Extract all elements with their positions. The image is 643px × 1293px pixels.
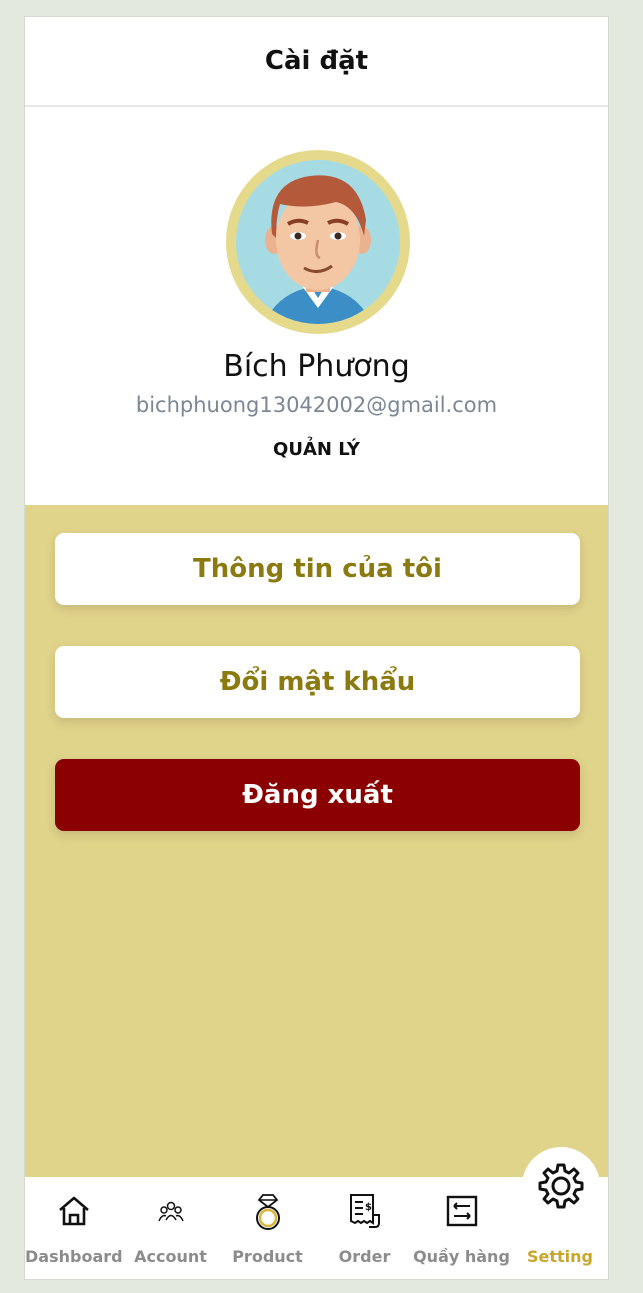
my-info-button[interactable]: Thông tin của tôi — [55, 533, 580, 605]
receipt-icon: $ — [316, 1191, 413, 1231]
tab-label: Product — [232, 1247, 303, 1266]
tab-counter[interactable]: Quầy hàng — [413, 1177, 510, 1279]
bottom-tab-bar: Dashboard Account Product $ Order Quầy h… — [25, 1147, 608, 1279]
change-password-button[interactable]: Đổi mật khẩu — [55, 646, 580, 718]
user-role: QUẢN LÝ — [273, 439, 360, 460]
tab-label: Order — [338, 1247, 391, 1266]
users-icon — [122, 1191, 219, 1231]
tab-label: Dashboard — [25, 1247, 123, 1266]
avatar-image — [236, 160, 400, 324]
user-email: bichphuong13042002@gmail.com — [135, 393, 498, 417]
tab-label: Quầy hàng — [413, 1247, 510, 1266]
tab-dashboard[interactable]: Dashboard — [25, 1177, 123, 1279]
logout-button[interactable]: Đăng xuất — [55, 759, 580, 831]
svg-text:$: $ — [365, 1202, 372, 1213]
phone-frame: Cài đặt Bích Phương bichphuong13042002@g… — [24, 16, 609, 1280]
tab-account[interactable]: Account — [122, 1177, 219, 1279]
home-icon — [25, 1191, 122, 1231]
page-title: Cài đặt — [264, 46, 369, 76]
user-name: Bích Phương — [223, 349, 410, 384]
settings-menu: Thông tin của tôi Đổi mật khẩu Đăng xuất — [25, 505, 608, 1177]
avatar — [226, 150, 410, 334]
tab-label: Setting — [527, 1247, 593, 1266]
tab-label: Account — [134, 1247, 207, 1266]
tab-product[interactable]: Product — [219, 1177, 316, 1279]
profile-section: Bích Phương bichphuong13042002@gmail.com… — [25, 107, 608, 503]
tab-order[interactable]: $ Order — [316, 1177, 413, 1279]
top-bar: Cài đặt — [25, 17, 608, 107]
gear-icon[interactable] — [522, 1147, 600, 1225]
ring-icon — [219, 1191, 316, 1231]
counter-icon — [413, 1191, 510, 1231]
